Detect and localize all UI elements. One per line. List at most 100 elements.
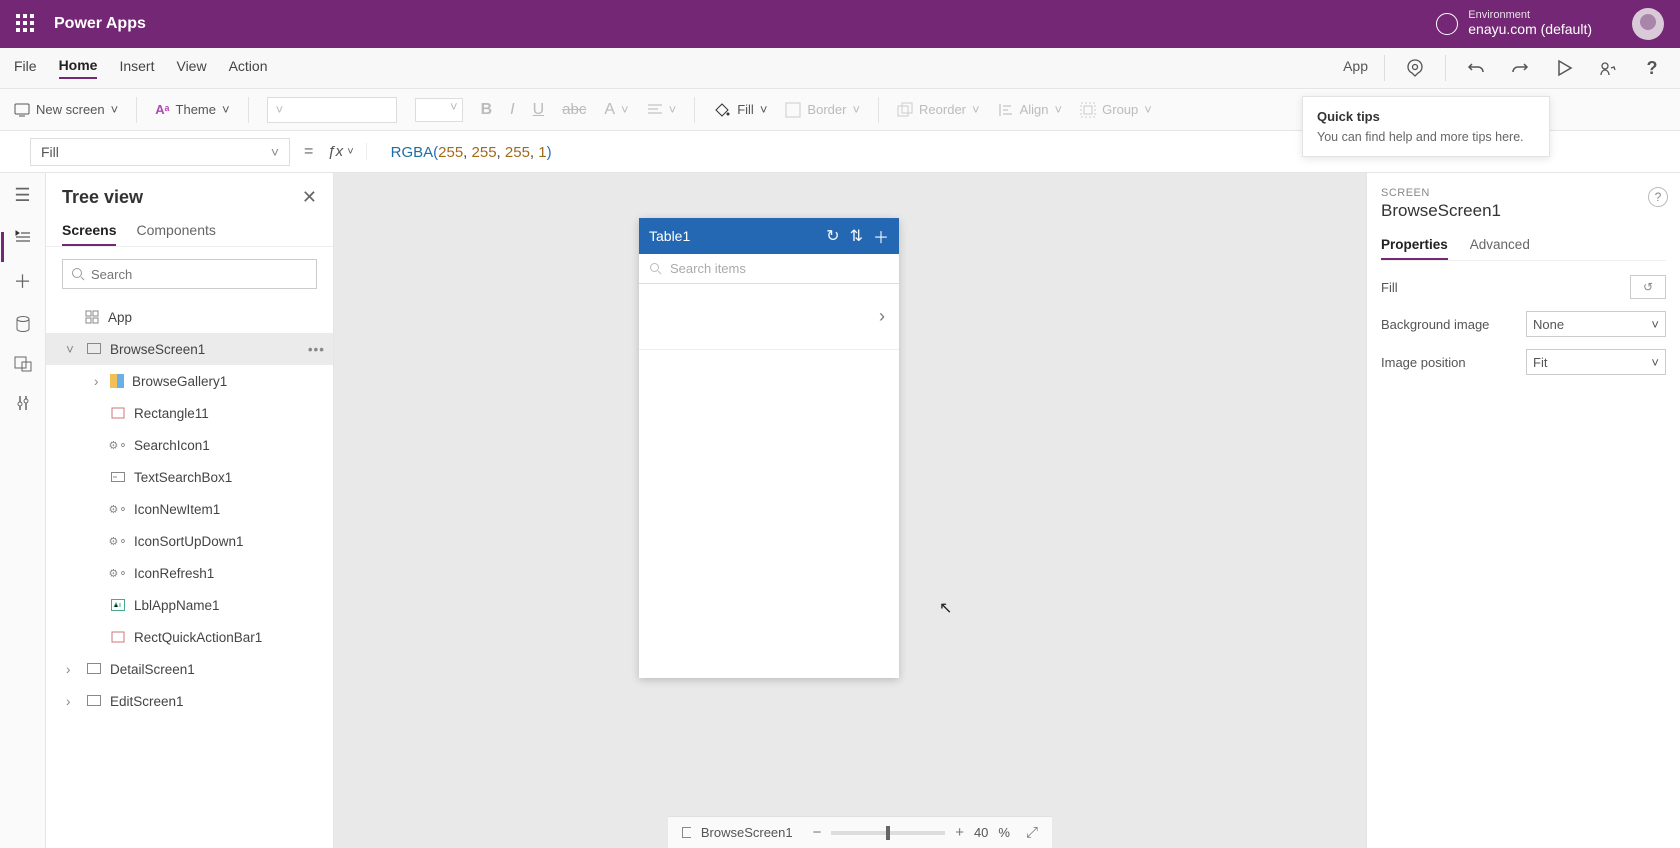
hamburger-icon[interactable]: ☰ <box>14 185 30 206</box>
prop-fill-label: Fill <box>1381 280 1398 295</box>
redo-icon[interactable] <box>1506 54 1534 82</box>
reorder-button[interactable]: Reorder ˅ <box>897 102 980 118</box>
preview-list-item[interactable]: › <box>639 284 899 350</box>
status-bar: BrowseScreen1 − + 40 % ⤢ <box>668 816 1052 848</box>
more-icon[interactable]: ••• <box>308 342 325 357</box>
tree-node-browsegallery[interactable]: › BrowseGallery1 <box>46 365 333 397</box>
align-objects-icon <box>998 102 1014 118</box>
theme-button[interactable]: Aᵃ Theme ˅ <box>155 102 229 117</box>
font-select[interactable]: ˅ <box>267 97 397 123</box>
data-icon[interactable] <box>15 316 31 334</box>
border-label: Border <box>807 102 846 117</box>
tree-node-iconsortupdown1[interactable]: ⚙⚬IconSortUpDown1 <box>46 525 333 557</box>
tree-node-iconnewitem1[interactable]: ⚙⚬ IconNewItem1 <box>46 493 333 525</box>
tree-node-detailscreen[interactable]: ›DetailScreen1 <box>46 653 333 685</box>
tree-node-textsearchbox1[interactable]: TextSearchBox1 <box>46 461 333 493</box>
tab-advanced[interactable]: Advanced <box>1470 231 1530 260</box>
fill-color-swatch[interactable]: ↺ <box>1630 275 1666 299</box>
tree-search-input[interactable] <box>91 267 308 282</box>
text-align-button[interactable]: ˅ <box>647 102 677 117</box>
sort-icon[interactable]: ⇅ <box>850 226 863 246</box>
zoom-out-icon[interactable]: − <box>813 824 822 841</box>
font-color-button[interactable]: A˅ <box>604 101 628 119</box>
refresh-icon[interactable]: ↻ <box>826 226 839 246</box>
preview-search[interactable]: Search items <box>639 254 899 284</box>
imgpos-select[interactable]: Fit ˅ <box>1526 349 1666 375</box>
caret-down-icon[interactable]: ˅ <box>66 342 78 357</box>
group-button[interactable]: Group ˅ <box>1080 102 1152 118</box>
tree-node-editscreen[interactable]: ›EditScreen1 <box>46 685 333 717</box>
fill-button[interactable]: Fill ˅ <box>713 101 767 119</box>
align-button[interactable]: Align ˅ <box>998 102 1063 118</box>
zoom-in-icon[interactable]: + <box>955 824 964 841</box>
tree-node-label: App <box>108 310 132 325</box>
insert-icon[interactable]: ＋ <box>14 268 32 294</box>
properties-panel: ? SCREEN BrowseScreen1 Properties Advanc… <box>1366 173 1680 848</box>
tree-node-browsescreen[interactable]: ˅ BrowseScreen1 ••• <box>46 333 333 365</box>
tree-node-rectangle11[interactable]: Rectangle11 <box>46 397 333 429</box>
tree-node-rectquickactionbar1[interactable]: RectQuickActionBar1 <box>46 621 333 653</box>
property-selector[interactable]: Fill ˅ <box>30 138 290 166</box>
caret-right-icon[interactable]: › <box>66 662 78 677</box>
undo-icon[interactable] <box>1462 54 1490 82</box>
fx-label[interactable]: ƒx˅ <box>327 143 366 160</box>
menu-action[interactable]: Action <box>229 58 268 78</box>
app-checker-icon[interactable] <box>1401 54 1429 82</box>
chevron-down-icon: ˅ <box>276 102 284 117</box>
menu-app[interactable]: App <box>1343 58 1368 78</box>
share-icon[interactable] <box>1594 54 1622 82</box>
new-screen-button[interactable]: New screen ˅ <box>14 102 118 117</box>
canvas[interactable]: Table1 ↻ ⇅ ＋ Search items › ↖ BrowseScre… <box>334 173 1366 848</box>
chevron-down-icon: ˅ <box>669 102 677 117</box>
strikethrough-button[interactable]: abc <box>562 101 586 118</box>
tab-properties[interactable]: Properties <box>1381 231 1448 260</box>
caret-right-icon[interactable]: › <box>94 374 102 389</box>
underline-button[interactable]: U <box>533 101 545 119</box>
tree-node-label: SearchIcon1 <box>134 438 210 453</box>
separator <box>1384 55 1385 81</box>
media-icon[interactable] <box>14 356 32 372</box>
bold-button[interactable]: B <box>481 101 493 119</box>
icons-icon: ⚙⚬ <box>110 501 126 517</box>
close-icon[interactable]: ✕ <box>302 187 317 208</box>
tree-node-lblappname1[interactable]: LblAppName1 <box>46 589 333 621</box>
fit-to-screen-icon[interactable]: ⤢ <box>1026 824 1038 841</box>
advanced-tools-icon[interactable] <box>16 394 30 412</box>
add-icon[interactable]: ＋ <box>873 224 889 248</box>
tab-screens[interactable]: Screens <box>62 216 116 246</box>
app-launcher-icon[interactable] <box>16 14 36 34</box>
play-icon[interactable] <box>1550 54 1578 82</box>
theme-label: Theme <box>176 102 216 117</box>
menu-view[interactable]: View <box>176 58 206 78</box>
tab-components[interactable]: Components <box>136 216 215 246</box>
icons-icon: ⚙⚬ <box>110 533 126 549</box>
border-button[interactable]: Border ˅ <box>785 102 860 118</box>
environment-icon <box>1436 13 1458 35</box>
bgimage-select[interactable]: None ˅ <box>1526 311 1666 337</box>
menu-home[interactable]: Home <box>59 57 98 79</box>
tree-search-box[interactable] <box>62 259 317 289</box>
menu-file[interactable]: File <box>14 58 37 78</box>
chevron-down-icon: ˅ <box>271 144 279 160</box>
environment-name: enayu.com (default) <box>1468 21 1592 37</box>
chevron-down-icon: ˅ <box>347 146 353 158</box>
prop-imgpos-label: Image position <box>1381 355 1466 370</box>
help-icon[interactable]: ? <box>1638 54 1666 82</box>
tree-node-label: IconNewItem1 <box>134 502 220 517</box>
user-avatar[interactable] <box>1632 8 1664 40</box>
italic-button[interactable]: I <box>510 101 514 119</box>
panel-help-icon[interactable]: ? <box>1648 187 1668 207</box>
tree-node-label: BrowseGallery1 <box>132 374 227 389</box>
tree-node-app[interactable]: App <box>46 301 333 333</box>
environment-selector[interactable]: Environment enayu.com (default) <box>1436 10 1592 39</box>
font-size-select[interactable]: ˅ <box>415 98 463 122</box>
tree-node-searchicon1[interactable]: ⚙⚬SearchIcon1 <box>46 429 333 461</box>
tree-view-icon[interactable] <box>14 228 32 246</box>
tree-node-iconrefresh1[interactable]: ⚙⚬IconRefresh1 <box>46 557 333 589</box>
caret-right-icon[interactable]: › <box>66 694 78 709</box>
zoom-slider[interactable] <box>831 831 945 835</box>
environment-label: Environment <box>1468 10 1592 21</box>
screen-node-icon <box>682 827 691 839</box>
menu-insert[interactable]: Insert <box>119 58 154 78</box>
app-preview[interactable]: Table1 ↻ ⇅ ＋ Search items › <box>639 218 899 678</box>
